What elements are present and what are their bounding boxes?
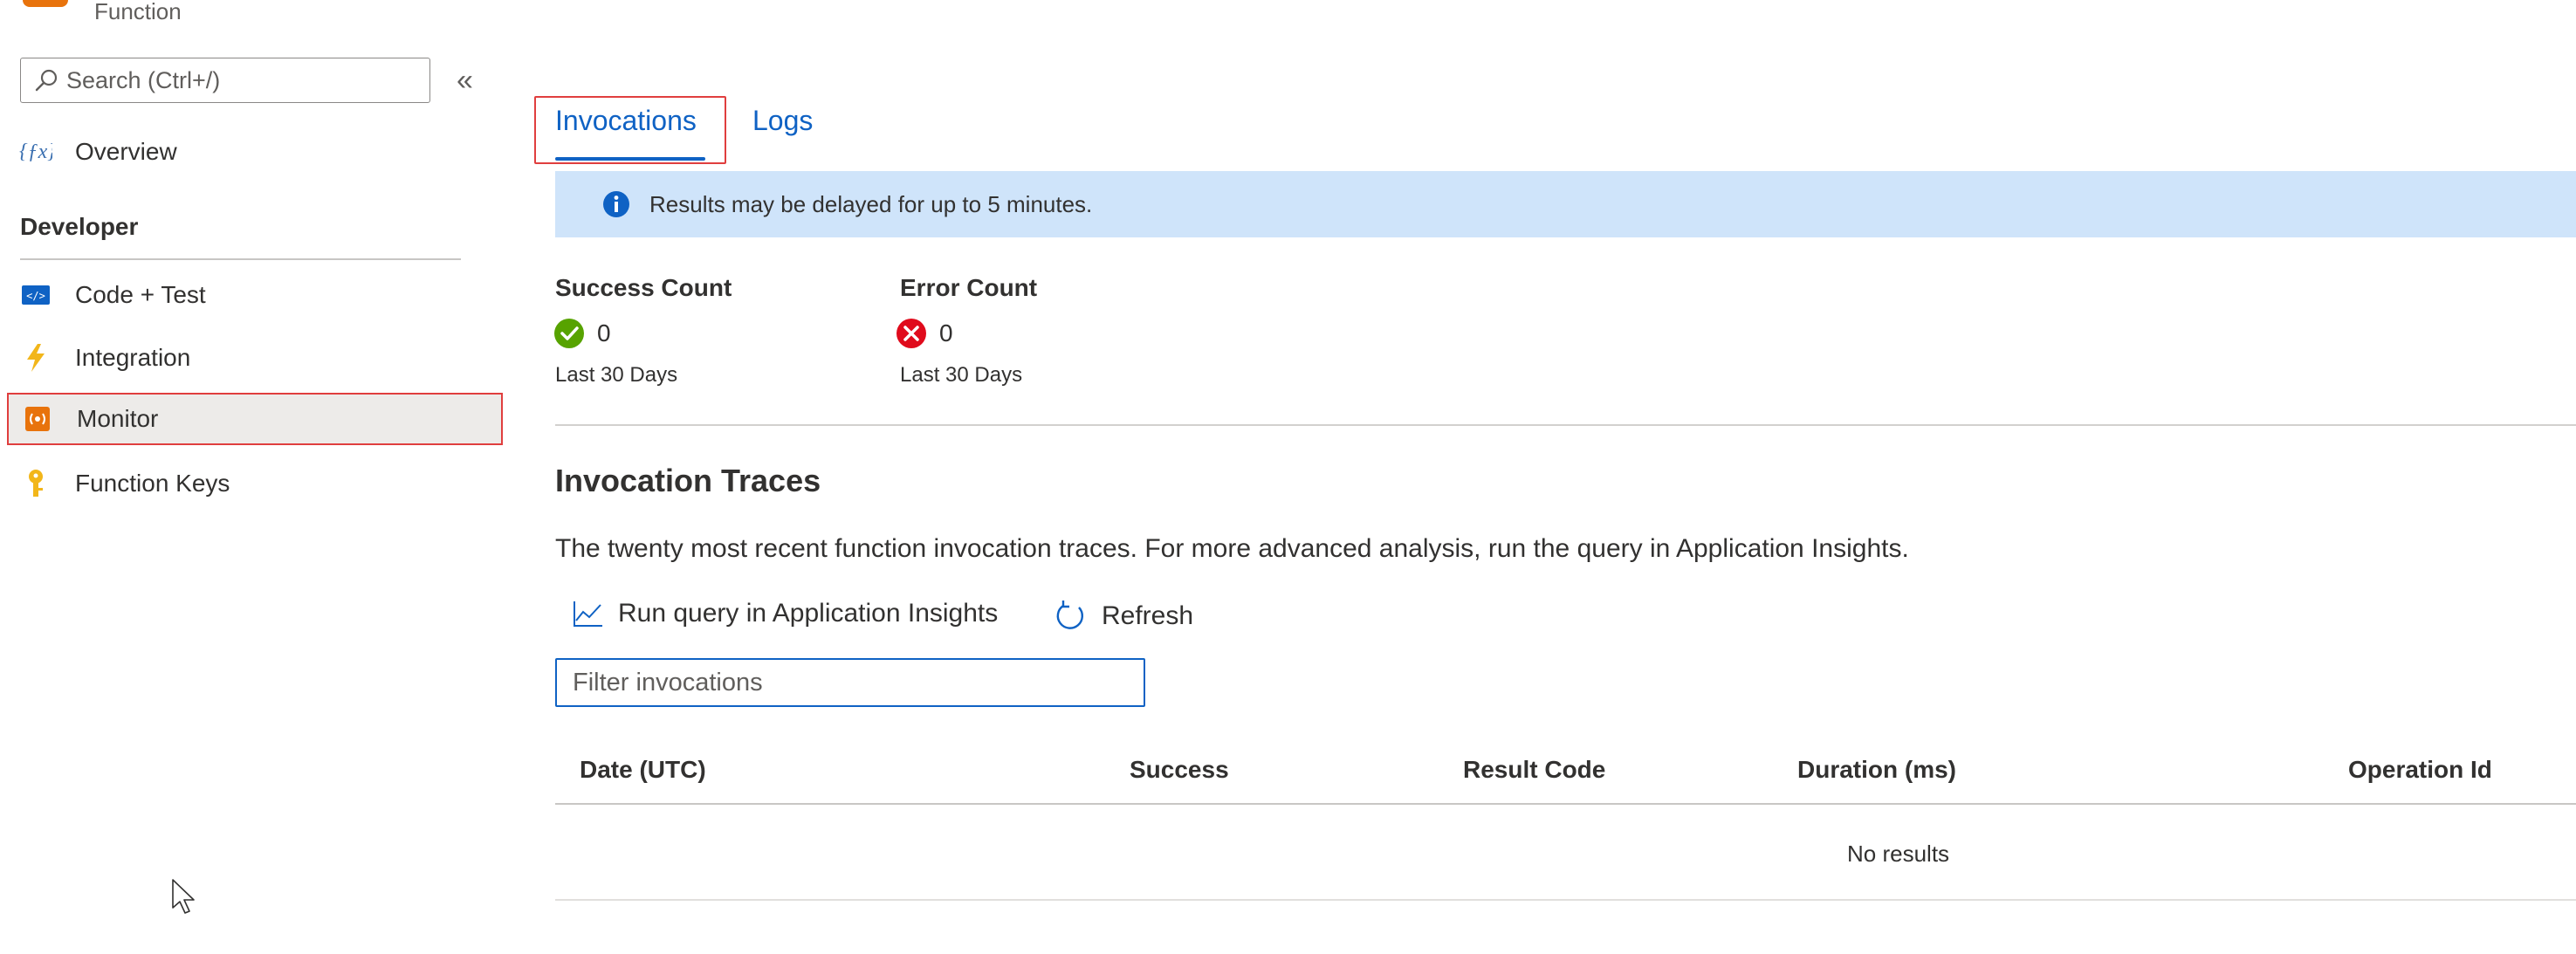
refresh-button[interactable]: Refresh [1053, 599, 1193, 634]
error-count-value: 0 [939, 319, 953, 347]
section-divider [555, 424, 2576, 426]
sidebar-section-developer: Developer [20, 213, 139, 240]
success-count-row: 0 [553, 318, 611, 349]
tab-logs[interactable]: Logs [752, 105, 813, 137]
sidebar-item-integration[interactable]: Integration [7, 332, 503, 384]
line-chart-icon [574, 601, 602, 627]
sidebar-item-monitor[interactable]: Monitor [7, 393, 503, 445]
table-header-divider [555, 803, 2576, 805]
svg-text:</>: </> [26, 290, 45, 302]
code-icon: </> [17, 284, 54, 306]
empty-table-message: No results [1847, 841, 1950, 867]
run-query-label: Run query in Application Insights [618, 599, 999, 628]
info-icon [603, 191, 629, 217]
sidebar-item-label: Integration [75, 344, 191, 371]
sidebar-search[interactable] [20, 58, 430, 103]
column-header-operation-id[interactable]: Operation Id [2348, 756, 2492, 784]
sidebar-item-label: Monitor [77, 405, 159, 432]
key-icon [17, 469, 54, 498]
error-circle-icon [896, 319, 926, 348]
mouse-cursor-icon [172, 879, 195, 914]
tab-invocations[interactable]: Invocations [555, 105, 697, 137]
monitor-icon [19, 406, 56, 432]
sidebar-item-function-keys[interactable]: Function Keys [7, 457, 503, 510]
lightning-icon [17, 343, 54, 373]
function-icon: {ƒx} [17, 139, 54, 165]
invocation-traces-title: Invocation Traces [555, 463, 821, 498]
column-header-result-code[interactable]: Result Code [1463, 756, 1605, 784]
column-header-date[interactable]: Date (UTC) [580, 756, 706, 784]
success-count-value: 0 [597, 319, 611, 347]
success-count-period: Last 30 Days [555, 363, 678, 387]
sidebar-item-label: Function Keys [75, 470, 230, 497]
svg-text:{ƒx}: {ƒx} [19, 141, 52, 163]
info-banner: Results may be delayed for up to 5 minut… [555, 171, 2576, 237]
banner-text: Results may be delayed for up to 5 minut… [649, 190, 1093, 217]
collapse-sidebar-button[interactable]: « [457, 65, 473, 96]
function-app-logo [23, 0, 68, 7]
run-query-button[interactable]: Run query in Application Insights [573, 599, 998, 628]
sidebar-item-code-test[interactable]: </> Code + Test [7, 269, 503, 321]
refresh-label: Refresh [1102, 601, 1194, 630]
filter-invocations[interactable] [555, 658, 1145, 707]
success-count-title: Success Count [555, 274, 732, 301]
resource-type-label: Function [94, 0, 182, 24]
error-count-row: 0 [896, 318, 953, 349]
column-header-duration[interactable]: Duration (ms) [1797, 756, 1956, 784]
table-bottom-border [555, 899, 2576, 901]
sidebar-item-overview[interactable]: {ƒx} Overview [7, 126, 503, 178]
search-icon [35, 69, 58, 92]
invocation-traces-description: The twenty most recent function invocati… [555, 534, 1909, 563]
sidebar-item-label: Overview [75, 138, 177, 165]
filter-invocations-input[interactable] [573, 668, 1123, 697]
search-input[interactable] [66, 66, 416, 94]
refresh-icon [1056, 601, 1083, 629]
column-header-success[interactable]: Success [1130, 756, 1229, 784]
sidebar-item-label: Code + Test [75, 281, 206, 308]
active-tab-indicator [555, 157, 705, 161]
error-count-title: Error Count [900, 274, 1038, 301]
error-count-period: Last 30 Days [900, 363, 1023, 387]
sidebar-divider [20, 258, 461, 260]
check-circle-icon [554, 319, 584, 348]
